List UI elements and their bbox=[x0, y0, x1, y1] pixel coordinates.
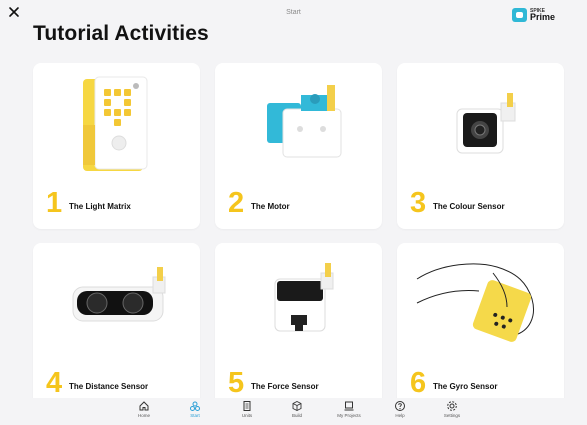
nav-item-help[interactable]: Help bbox=[380, 400, 420, 425]
card-number: 6 bbox=[410, 367, 427, 399]
nav-label: Help bbox=[395, 413, 405, 418]
units-icon bbox=[243, 401, 251, 411]
motor-image bbox=[267, 85, 342, 158]
force-sensor-image bbox=[274, 263, 334, 332]
build-icon bbox=[292, 400, 302, 412]
colour-sensor-image bbox=[456, 93, 516, 154]
nav-label: Start bbox=[190, 413, 200, 418]
tutorial-grid: 1 The Light Matrix 2 The Motor 3 The Col… bbox=[33, 63, 564, 409]
distance-sensor-image bbox=[72, 267, 166, 322]
tutorial-card-motor[interactable]: 2 The Motor bbox=[215, 63, 382, 229]
nav-label: My Projects bbox=[337, 413, 361, 418]
nav-label: Units bbox=[241, 413, 253, 418]
logo-brand-name: Prime bbox=[530, 12, 556, 22]
bottom-nav: Home Start Units Build My Projects Help … bbox=[0, 398, 587, 425]
tutorial-card-colour-sensor[interactable]: 3 The Colour Sensor bbox=[397, 63, 564, 229]
nav-item-build[interactable]: Build bbox=[277, 400, 317, 425]
settings-icon bbox=[447, 401, 457, 411]
card-title: The Force Sensor bbox=[251, 382, 319, 391]
light-matrix-hub-image bbox=[83, 76, 148, 171]
home-icon bbox=[139, 401, 149, 411]
nav-item-my-projects[interactable]: My Projects bbox=[329, 400, 369, 425]
card-number: 4 bbox=[46, 367, 63, 399]
help-icon bbox=[395, 401, 405, 411]
page-title: Start bbox=[286, 9, 301, 16]
section-heading: Tutorial Activities bbox=[33, 22, 209, 45]
projects-icon bbox=[344, 401, 354, 411]
start-icon bbox=[190, 401, 200, 411]
nav-label: Home bbox=[137, 413, 150, 418]
card-title: The Motor bbox=[251, 202, 290, 211]
card-number: 1 bbox=[46, 187, 63, 219]
top-bar: Start SPIKE Prime bbox=[0, 0, 587, 24]
logo-mark-icon bbox=[512, 8, 527, 22]
gyro-sensor-hand-image bbox=[416, 263, 534, 342]
nav-item-settings[interactable]: Settings bbox=[432, 400, 472, 425]
tutorial-card-gyro-sensor[interactable]: 6 The Gyro Sensor bbox=[397, 243, 564, 409]
tutorial-card-force-sensor[interactable]: 5 The Force Sensor bbox=[215, 243, 382, 409]
nav-label: Build bbox=[291, 413, 302, 418]
card-number: 2 bbox=[228, 187, 245, 219]
card-title: The Distance Sensor bbox=[69, 382, 149, 391]
card-title: The Colour Sensor bbox=[433, 202, 505, 211]
nav-item-home[interactable]: Home bbox=[124, 400, 164, 425]
spike-prime-logo: SPIKE Prime bbox=[512, 8, 556, 22]
card-number: 3 bbox=[410, 187, 427, 219]
card-title: The Gyro Sensor bbox=[433, 382, 498, 391]
nav-label: Settings bbox=[443, 413, 461, 418]
nav-item-start[interactable]: Start bbox=[175, 400, 215, 425]
nav-item-units[interactable]: Units bbox=[227, 400, 267, 425]
tutorial-card-light-matrix[interactable]: 1 The Light Matrix bbox=[33, 63, 200, 229]
card-number: 5 bbox=[228, 367, 245, 399]
tutorial-card-distance-sensor[interactable]: 4 The Distance Sensor bbox=[33, 243, 200, 409]
card-title: The Light Matrix bbox=[69, 202, 131, 211]
